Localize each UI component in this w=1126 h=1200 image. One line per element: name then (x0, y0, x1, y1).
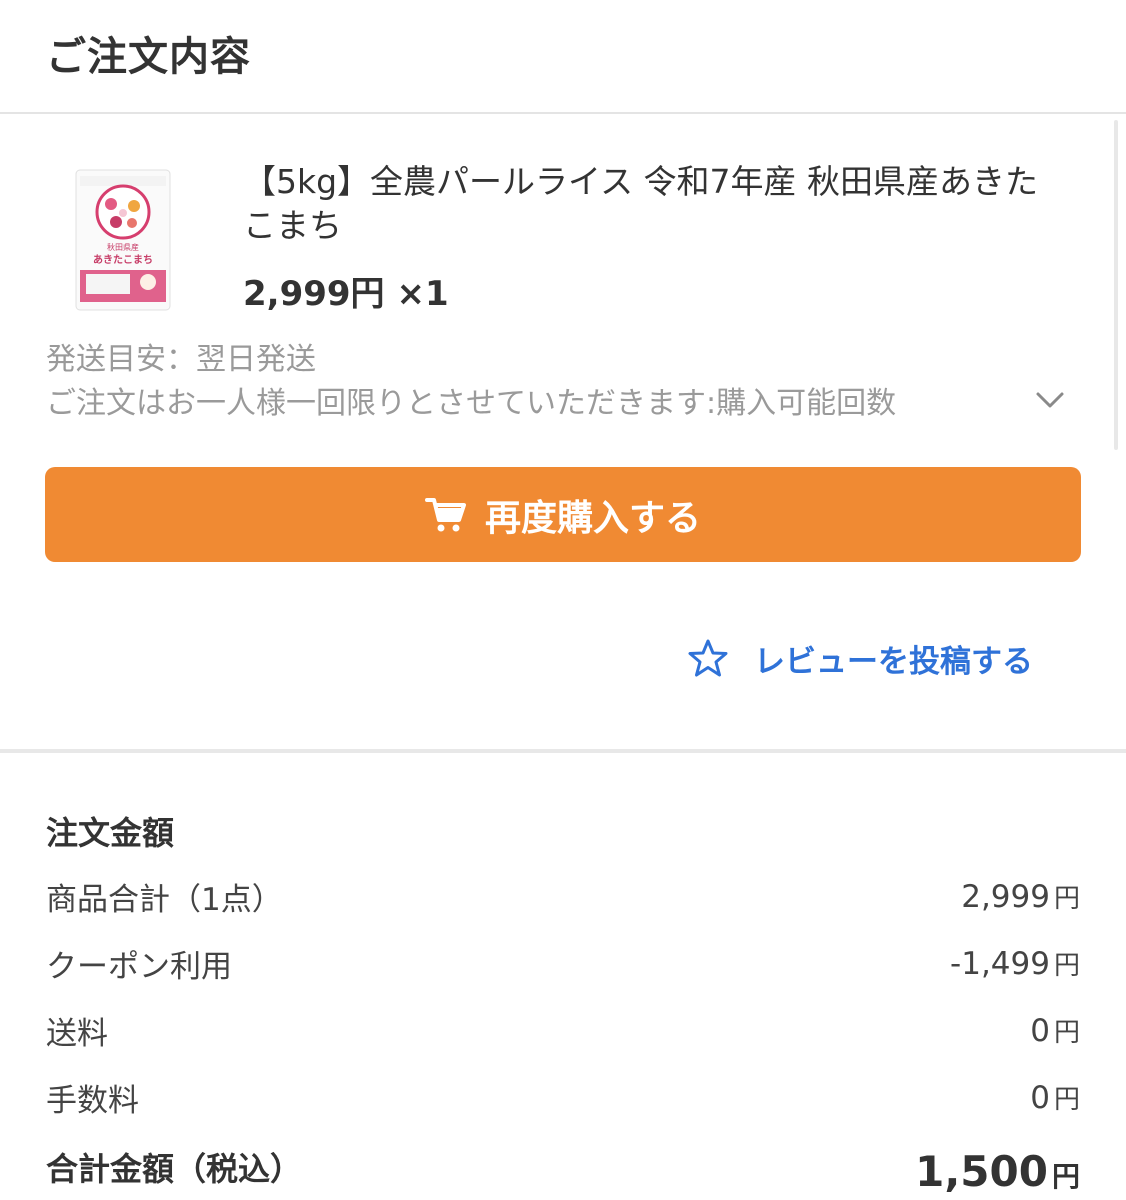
handling-fee-value: 0 (1030, 1079, 1050, 1116)
product-price-value: 2,999円 (243, 274, 385, 314)
product-price: 2,999円 ×1 (243, 266, 449, 315)
yen-unit: 円 (1053, 950, 1080, 981)
coupon-amount: -1,499 円 (950, 945, 1080, 982)
total-value: 1,500 (915, 1147, 1048, 1196)
section-divider (0, 749, 1126, 753)
header: ご注文内容 (0, 0, 1126, 114)
subtotal-value: 2,999 (961, 878, 1050, 915)
write-review-label: レビューを投稿する (754, 643, 1033, 680)
cart-icon (424, 497, 466, 531)
product-name[interactable]: 【5kg】全農パールライス 令和7年産 秋田県産あきたこまち (243, 160, 1063, 248)
page-title: ご注文内容 (46, 34, 251, 80)
star-icon (688, 639, 728, 677)
shipping-fee-row: 送料 0円 (46, 1008, 1080, 1052)
yen-unit: 円 (1053, 1017, 1080, 1048)
subtotal-row: 商品合計（1点） 2,999 円 (46, 874, 1080, 918)
shipping-fee-amount: 0円 (1030, 1012, 1080, 1049)
product-image-label-2: あきたこまち (93, 253, 153, 266)
write-review-link[interactable]: レビューを投稿する (688, 636, 1033, 680)
subtotal-label: 商品合計（1点） (46, 881, 283, 918)
product-image-label-1: 秋田県産 (107, 242, 139, 252)
yen-unit: 円 (1053, 1084, 1080, 1115)
handling-fee-label: 手数料 (46, 1082, 139, 1119)
chevron-down-icon[interactable] (1030, 384, 1070, 416)
total-row: 合計金額（税込） 1,500 円 (46, 1140, 1080, 1196)
order-amount-heading: 注文金額 (46, 814, 175, 852)
handling-fee-row: 手数料 0円 (46, 1075, 1080, 1119)
shipping-estimate: 発送目安：翌日発送 (46, 342, 316, 377)
yen-unit: 円 (1053, 883, 1080, 914)
yen-unit: 円 (1051, 1160, 1080, 1193)
total-amount: 1,500 円 (915, 1147, 1080, 1196)
total-label: 合計金額（税込） (46, 1150, 303, 1188)
purchase-limit-note: ご注文はお一人様一回限りとさせていただきます:購入可能回数 (46, 386, 897, 421)
shipping-fee-label: 送料 (46, 1015, 108, 1052)
shipping-fee-value: 0 (1030, 1012, 1050, 1049)
coupon-label: クーポン利用 (46, 948, 232, 985)
buy-again-button[interactable]: 再度購入する (45, 467, 1081, 562)
handling-fee-amount: 0円 (1030, 1079, 1080, 1116)
coupon-row: クーポン利用 -1,499 円 (46, 941, 1080, 985)
coupon-value: -1,499 (950, 945, 1050, 982)
product-image[interactable]: 秋田県産 あきたこまち (74, 168, 172, 312)
order-details-page: ご注文内容 秋田県産 あきたこまち 【5kg】全農パールライス 令和7年産 秋田… (0, 0, 1126, 1200)
subtotal-amount: 2,999 円 (961, 878, 1080, 915)
scrollbar[interactable] (1114, 120, 1118, 450)
buy-again-label: 再度購入する (484, 497, 701, 539)
product-quantity: ×1 (396, 274, 449, 314)
